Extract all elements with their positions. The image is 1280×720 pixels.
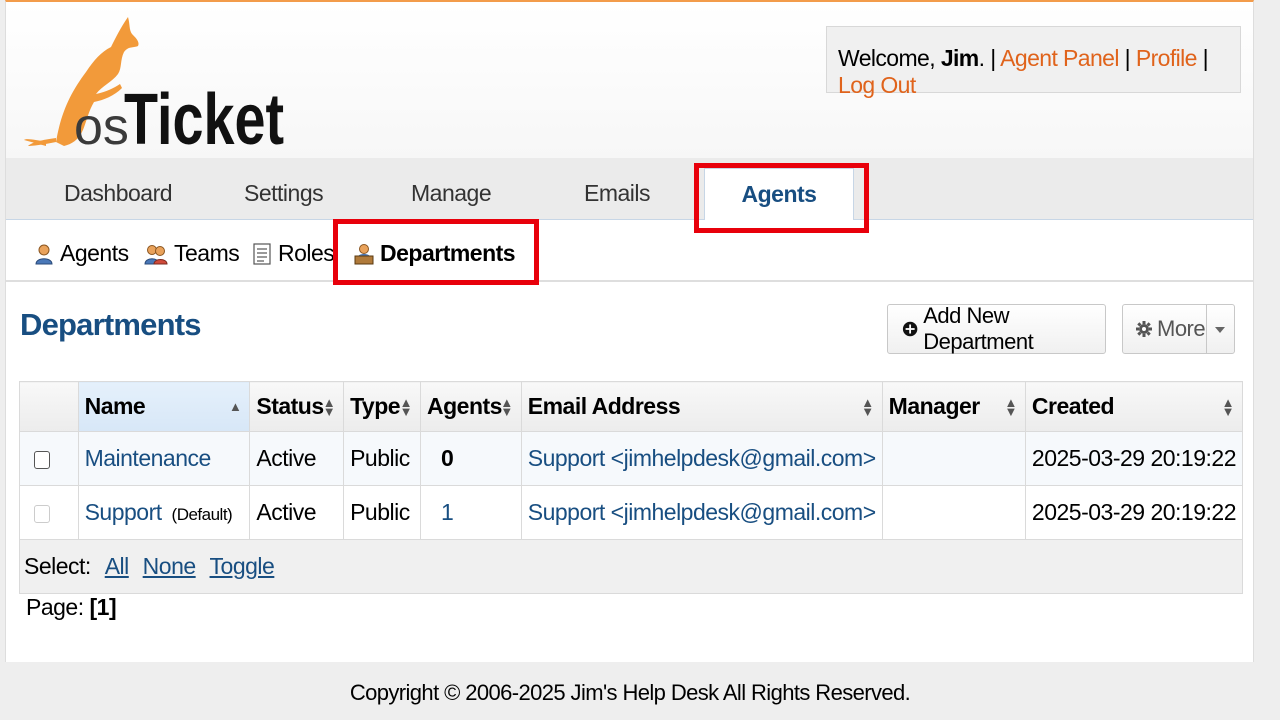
pagination: Page: [1] [26,594,117,621]
subnav-label: Agents [60,240,129,266]
svg-text:os: os [74,98,129,152]
chevron-down-icon [1215,327,1225,333]
subnav-label: Roles [278,240,335,266]
roles-icon [253,242,271,265]
header-created[interactable]: Created ▲ ▼ [1024,381,1244,432]
sort-asc-icon: ▲ [228,399,242,414]
header-email-address[interactable]: Email Address ▲ ▼ [520,381,883,432]
header-label: Name [84,393,146,419]
button-divider [1206,305,1207,353]
header: osTicket os Ticket Welcome, Jim. | Agent… [6,2,1253,158]
type-cell: Public [343,485,421,540]
header-type[interactable]: Type ▲ ▼ [343,381,421,432]
header-label: Agents [427,393,502,419]
username: Jim [940,45,979,71]
header-label: Manager [888,393,981,419]
current-page: [1] [89,594,117,620]
table-row: Maintenance Active Public 0 Support <jim… [19,431,1244,486]
header-label: Created [1031,393,1115,419]
page-container: osTicket os Ticket Welcome, Jim. | Agent… [5,0,1254,662]
sort-icon: ▲ ▼ [500,395,513,419]
subnav-item-teams[interactable]: Teams [144,240,240,267]
highlight-box-agents-tab [694,163,869,233]
header-label: Status [256,393,324,419]
team-icon [144,244,168,264]
osticket-logo[interactable]: osTicket os Ticket [16,12,296,152]
department-name-link[interactable]: Support [85,499,163,525]
agents-count-link[interactable]: 1 [420,485,522,540]
profile-link[interactable]: Profile [1136,45,1198,71]
agents-count-cell: 0 [420,431,522,486]
status-cell: Active [249,431,345,486]
select-none-link[interactable]: None [143,553,196,579]
department-name-cell: Support (Default) [77,485,251,540]
email-link[interactable]: Support <jimhelpdesk@gmail.com> [520,485,883,540]
row-checkbox[interactable] [34,450,50,469]
tab-emails[interactable]: Emails [584,180,651,207]
more-button-label: More [1157,316,1206,341]
svg-text:Ticket: Ticket [124,80,284,152]
departments-table: Name ▲ Status ▲ ▼ Type ▲ ▼ Agents ▲ ▼ Email… [19,381,1244,594]
created-cell: 2025-03-29 20:19:22 [1024,431,1244,486]
sort-icon: ▲ ▼ [1221,395,1235,419]
header-manager[interactable]: Manager ▲ ▼ [881,381,1026,432]
select-controls: Select: All None Toggle [19,539,1243,594]
sort-icon: ▲ ▼ [861,395,874,419]
type-cell: Public [343,431,421,486]
agent-icon [35,244,53,264]
select-all-link[interactable]: All [105,553,130,579]
agent-panel-link[interactable]: Agent Panel [1000,45,1119,71]
header-label: Type [350,393,401,419]
page-label: Page: [26,594,84,620]
subnav-item-roles[interactable]: Roles [252,240,335,267]
status-cell: Active [249,485,345,540]
table-row: Support (Default) Active Public 1 Suppor… [19,485,1244,540]
row-select-cell [19,485,79,540]
sub-nav: Agents Teams Roles Departments [6,220,1253,282]
header-agents[interactable]: Agents ▲ ▼ [420,381,522,432]
add-new-department-button[interactable]: Add New Department [887,303,1106,354]
tab-settings[interactable]: Settings [244,180,324,207]
footer-copyright: Copyright © 2006-2025 Jim's Help Desk Al… [349,680,911,705]
tab-dashboard[interactable]: Dashboard [64,180,173,207]
table-header-row: Name ▲ Status ▲ ▼ Type ▲ ▼ Agents ▲ ▼ Email… [19,381,1244,432]
highlight-box-departments [333,219,539,285]
email-link[interactable]: Support <jimhelpdesk@gmail.com> [520,431,883,486]
row-select-cell [19,431,79,486]
sort-icon: ▲ ▼ [322,395,336,419]
department-name-link[interactable]: Maintenance [77,431,251,486]
welcome-prefix: Welcome, [838,45,941,71]
select-toggle-link[interactable]: Toggle [210,553,275,579]
header-name[interactable]: Name ▲ [77,381,251,432]
created-cell: 2025-03-29 20:19:22 [1024,485,1244,540]
add-button-label: Add New Department [923,303,1034,354]
page-title: Departments [20,307,202,342]
subnav-label: Teams [174,240,240,266]
header-status[interactable]: Status ▲ ▼ [249,381,345,432]
more-dropdown-button[interactable]: More [1122,304,1235,354]
manager-cell [881,485,1026,540]
select-label: Select: [24,553,91,579]
logout-link[interactable]: Log Out [838,72,916,98]
header-checkbox-column [19,381,79,432]
header-label: Email Address [527,393,681,419]
subnav-item-agents[interactable]: Agents [34,240,129,267]
user-info-box: Welcome, Jim. | Agent Panel | Profile | … [826,26,1241,98]
table-footer-row: Select: All None Toggle [19,539,1243,594]
separator: | [1118,45,1136,71]
main-nav: Dashboard Settings Manage Emails Agents [6,158,1253,221]
gear-icon [1136,321,1152,337]
default-tag: (Default) [171,505,233,524]
sort-icon: ▲ ▼ [1004,395,1018,419]
welcome-suffix: . | [978,45,1001,71]
manager-cell [881,431,1026,486]
plus-circle-icon [902,321,918,337]
separator: | [1196,45,1209,71]
row-checkbox-disabled [34,504,50,523]
tab-manage[interactable]: Manage [411,180,492,207]
sort-icon: ▲ ▼ [399,395,413,419]
